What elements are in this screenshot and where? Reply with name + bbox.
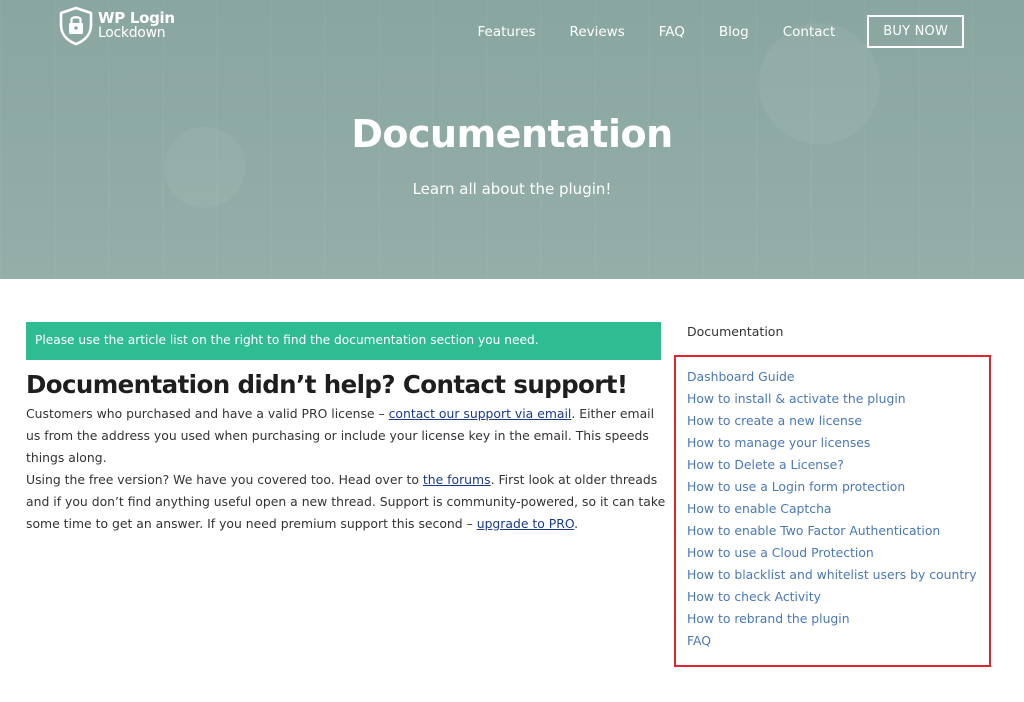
support-paragraph-pro: Customers who purchased and have a valid… [26, 403, 666, 469]
list-item: How to rebrand the plugin [687, 608, 977, 630]
nav-contact[interactable]: Contact [783, 24, 836, 40]
buy-now-button[interactable]: BUY NOW [867, 15, 964, 48]
page-subtitle: Learn all about the plugin! [412, 180, 612, 198]
doc-link-delete-license[interactable]: How to Delete a License? [687, 457, 844, 472]
nav-faq[interactable]: FAQ [659, 24, 685, 40]
list-item: Dashboard Guide [687, 366, 977, 388]
nav-features[interactable]: Features [477, 24, 535, 40]
list-item: How to use a Cloud Protection [687, 542, 977, 564]
doc-link-dashboard-guide[interactable]: Dashboard Guide [687, 369, 795, 384]
doc-link-create-license[interactable]: How to create a new license [687, 413, 862, 428]
list-item: How to manage your licenses [687, 432, 977, 454]
list-item: FAQ [687, 630, 977, 652]
logo-text-line1: WP Login [98, 9, 175, 27]
shield-lock-icon [59, 6, 93, 46]
list-item: How to check Activity [687, 586, 977, 608]
contact-support-email-link[interactable]: contact our support via email [389, 406, 572, 421]
doc-link-install-activate[interactable]: How to install & activate the plugin [687, 391, 906, 406]
doc-link-faq[interactable]: FAQ [687, 633, 711, 648]
doc-link-rebrand-plugin[interactable]: How to rebrand the plugin [687, 611, 850, 626]
main-nav: Features Reviews FAQ Blog Contact BUY NO… [477, 15, 964, 48]
page-title: Documentation [351, 112, 673, 156]
support-paragraph-free: Using the free version? We have you cove… [26, 469, 666, 535]
hero-header: WP Login Lockdown Features Reviews FAQ B… [0, 0, 1024, 279]
doc-link-blacklist-whitelist[interactable]: How to blacklist and whitelist users by … [687, 567, 977, 582]
list-item: How to use a Login form protection [687, 476, 977, 498]
para2-text-before: Using the free version? We have you cove… [26, 472, 423, 487]
list-item: How to enable Two Factor Authentication [687, 520, 977, 542]
doc-link-login-form-protection[interactable]: How to use a Login form protection [687, 479, 905, 494]
doc-link-two-factor-auth[interactable]: How to enable Two Factor Authentication [687, 523, 940, 538]
list-item: How to enable Captcha [687, 498, 977, 520]
nav-reviews[interactable]: Reviews [570, 24, 625, 40]
doc-link-manage-licenses[interactable]: How to manage your licenses [687, 435, 870, 450]
para2-text-after: . [574, 516, 579, 531]
nav-blog[interactable]: Blog [719, 24, 749, 40]
doc-link-cloud-protection[interactable]: How to use a Cloud Protection [687, 545, 874, 560]
forums-link[interactable]: the forums [423, 472, 491, 487]
upgrade-to-pro-link[interactable]: upgrade to PRO [477, 516, 574, 531]
list-item: How to install & activate the plugin [687, 388, 977, 410]
site-logo[interactable]: WP Login Lockdown [58, 6, 175, 46]
logo-text: WP Login Lockdown [98, 11, 175, 41]
list-item: How to blacklist and whitelist users by … [687, 564, 977, 586]
doc-link-check-activity[interactable]: How to check Activity [687, 589, 821, 604]
sidebar-heading: Documentation [687, 324, 784, 339]
documentation-article-list: Dashboard Guide How to install & activat… [687, 366, 977, 652]
list-item: How to create a new license [687, 410, 977, 432]
info-notice: Please use the article list on the right… [26, 322, 661, 360]
support-heading: Documentation didn’t help? Contact suppo… [26, 370, 628, 399]
para1-text-before: Customers who purchased and have a valid… [26, 406, 389, 421]
logo-text-line2: Lockdown [98, 25, 166, 41]
list-item: How to Delete a License? [687, 454, 977, 476]
doc-link-enable-captcha[interactable]: How to enable Captcha [687, 501, 832, 516]
